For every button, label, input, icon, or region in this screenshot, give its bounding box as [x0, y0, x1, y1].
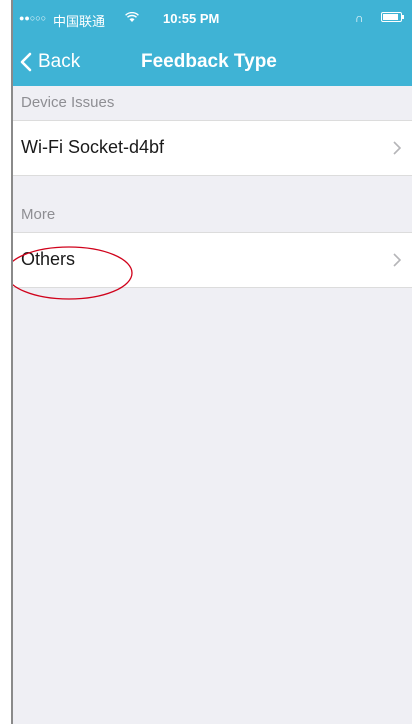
- status-time: 10:55 PM: [163, 11, 220, 26]
- back-label: Back: [38, 51, 81, 72]
- section-header-more: More: [13, 198, 412, 232]
- section-header-device-issues: Device Issues: [13, 86, 412, 120]
- page-title: Feedback Type: [141, 51, 277, 72]
- chevron-right-icon: [393, 141, 401, 155]
- chevron-left-icon: [20, 52, 32, 72]
- back-button[interactable]: Back: [19, 46, 80, 78]
- chevron-right-icon: [393, 253, 401, 267]
- headphones-icon: ∩: [355, 11, 364, 25]
- list-item-label: Others: [21, 249, 76, 269]
- wifi-icon: [125, 12, 139, 22]
- navigation-bar: Back Feedback Type: [13, 38, 412, 86]
- carrier-name: 中国联通: [53, 14, 106, 29]
- status-bar: ●●○○○ 中国联通 10:55 PM ∩: [13, 0, 412, 38]
- phone-screen: ●●○○○ 中国联通 10:55 PM ∩ Back Feedback Type…: [13, 0, 412, 724]
- list-item-label: Wi-Fi Socket-d4bf: [21, 137, 165, 157]
- section-header-label: More: [21, 206, 56, 223]
- section-header-label: Device Issues: [21, 94, 115, 111]
- list-item-others[interactable]: Others: [13, 232, 412, 288]
- list-item-wifi-socket[interactable]: Wi-Fi Socket-d4bf: [13, 120, 412, 176]
- battery-icon: [381, 12, 404, 22]
- signal-strength-icon: ●●○○○: [19, 13, 47, 23]
